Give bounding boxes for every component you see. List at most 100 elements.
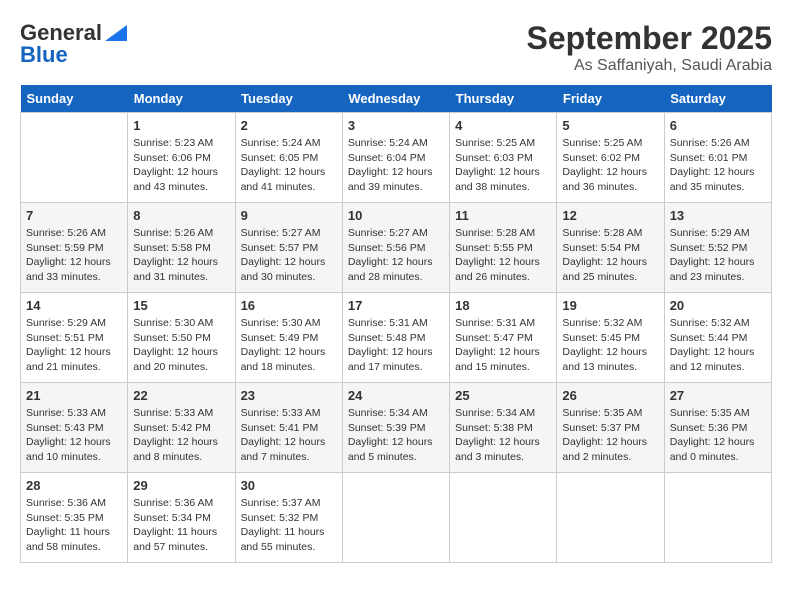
cell-content: Sunrise: 5:35 AMSunset: 5:36 PMDaylight:… bbox=[670, 406, 766, 465]
calendar-cell: 19Sunrise: 5:32 AMSunset: 5:45 PMDayligh… bbox=[557, 293, 664, 383]
day-number: 28 bbox=[26, 478, 122, 493]
calendar-week-row: 1 Sunrise: 5:23 AMSunset: 6:06 PMDaylight… bbox=[21, 113, 772, 203]
cell-content: Sunrise: 5:25 AMSunset: 6:03 PMDaylight:… bbox=[455, 136, 551, 195]
calendar-cell bbox=[450, 473, 557, 563]
calendar-cell: 15 Sunrise: 5:30 AMSunset: 5:50 PMDayligh… bbox=[128, 293, 235, 383]
day-number: 16 bbox=[241, 298, 337, 313]
calendar-cell: 5Sunrise: 5:25 AMSunset: 6:02 PMDaylight… bbox=[557, 113, 664, 203]
cell-content: Sunrise: 5:26 AMSunset: 6:01 PMDaylight:… bbox=[670, 136, 766, 195]
cell-content: Sunrise: 5:28 AMSunset: 5:54 PMDaylight:… bbox=[562, 226, 658, 285]
logo-blue: Blue bbox=[20, 42, 68, 68]
day-number: 22 bbox=[133, 388, 229, 403]
day-number: 23 bbox=[241, 388, 337, 403]
calendar-cell: 22Sunrise: 5:33 AMSunset: 5:42 PMDayligh… bbox=[128, 383, 235, 473]
calendar-cell bbox=[342, 473, 449, 563]
cell-content: Sunrise: 5:27 AMSunset: 5:56 PMDaylight:… bbox=[348, 226, 444, 285]
day-number: 15 bbox=[133, 298, 229, 313]
calendar-cell: 29 Sunrise: 5:36 AMSunset: 5:34 PMDayligh… bbox=[128, 473, 235, 563]
cell-content: Sunrise: 5:33 AMSunset: 5:41 PMDaylight:… bbox=[241, 406, 337, 465]
calendar-cell: 20 Sunrise: 5:32 AMSunset: 5:44 PMDayligh… bbox=[664, 293, 771, 383]
day-number: 26 bbox=[562, 388, 658, 403]
weekday-header: Wednesday bbox=[342, 85, 449, 113]
calendar-cell: 3 Sunrise: 5:24 AMSunset: 6:04 PMDaylight… bbox=[342, 113, 449, 203]
calendar-cell: 30 Sunrise: 5:37 AMSunset: 5:32 PMDayligh… bbox=[235, 473, 342, 563]
calendar-cell: 8 Sunrise: 5:26 AMSunset: 5:58 PMDaylight… bbox=[128, 203, 235, 293]
weekday-header: Friday bbox=[557, 85, 664, 113]
day-number: 7 bbox=[26, 208, 122, 223]
day-number: 30 bbox=[241, 478, 337, 493]
weekday-header: Tuesday bbox=[235, 85, 342, 113]
day-number: 8 bbox=[133, 208, 229, 223]
calendar-cell: 21Sunrise: 5:33 AMSunset: 5:43 PMDayligh… bbox=[21, 383, 128, 473]
cell-content: Sunrise: 5:37 AMSunset: 5:32 PMDaylight:… bbox=[241, 496, 337, 555]
calendar-week-row: 7 Sunrise: 5:26 AMSunset: 5:59 PMDaylight… bbox=[21, 203, 772, 293]
day-number: 27 bbox=[670, 388, 766, 403]
cell-content: Sunrise: 5:24 AMSunset: 6:05 PMDaylight:… bbox=[241, 136, 337, 195]
day-number: 29 bbox=[133, 478, 229, 493]
calendar-cell: 2Sunrise: 5:24 AMSunset: 6:05 PMDaylight… bbox=[235, 113, 342, 203]
cell-content: Sunrise: 5:33 AMSunset: 5:43 PMDaylight:… bbox=[26, 406, 122, 465]
calendar-cell: 13 Sunrise: 5:29 AMSunset: 5:52 PMDayligh… bbox=[664, 203, 771, 293]
cell-content: Sunrise: 5:35 AMSunset: 5:37 PMDaylight:… bbox=[562, 406, 658, 465]
day-number: 20 bbox=[670, 298, 766, 313]
day-number: 17 bbox=[348, 298, 444, 313]
cell-content: Sunrise: 5:32 AMSunset: 5:44 PMDaylight:… bbox=[670, 316, 766, 375]
cell-content: Sunrise: 5:30 AMSunset: 5:50 PMDaylight:… bbox=[133, 316, 229, 375]
calendar-cell bbox=[557, 473, 664, 563]
weekday-header: Monday bbox=[128, 85, 235, 113]
cell-content: Sunrise: 5:34 AMSunset: 5:39 PMDaylight:… bbox=[348, 406, 444, 465]
day-number: 1 bbox=[133, 118, 229, 133]
calendar-cell: 25Sunrise: 5:34 AMSunset: 5:38 PMDayligh… bbox=[450, 383, 557, 473]
month-title: September 2025 bbox=[527, 20, 772, 57]
day-number: 13 bbox=[670, 208, 766, 223]
calendar-cell: 16Sunrise: 5:30 AMSunset: 5:49 PMDayligh… bbox=[235, 293, 342, 383]
logo: General Blue bbox=[20, 20, 127, 68]
day-number: 4 bbox=[455, 118, 551, 133]
cell-content: Sunrise: 5:36 AMSunset: 5:35 PMDaylight:… bbox=[26, 496, 122, 555]
calendar-cell: 7 Sunrise: 5:26 AMSunset: 5:59 PMDaylight… bbox=[21, 203, 128, 293]
calendar-week-row: 14 Sunrise: 5:29 AMSunset: 5:51 PMDayligh… bbox=[21, 293, 772, 383]
weekday-header: Thursday bbox=[450, 85, 557, 113]
calendar-week-row: 21Sunrise: 5:33 AMSunset: 5:43 PMDayligh… bbox=[21, 383, 772, 473]
cell-content: Sunrise: 5:26 AMSunset: 5:59 PMDaylight:… bbox=[26, 226, 122, 285]
day-number: 18 bbox=[455, 298, 551, 313]
calendar-cell bbox=[664, 473, 771, 563]
weekday-header: Sunday bbox=[21, 85, 128, 113]
cell-content: Sunrise: 5:23 AMSunset: 6:06 PMDaylight:… bbox=[133, 136, 229, 195]
weekday-header: Saturday bbox=[664, 85, 771, 113]
day-number: 25 bbox=[455, 388, 551, 403]
calendar-cell: 6Sunrise: 5:26 AMSunset: 6:01 PMDaylight… bbox=[664, 113, 771, 203]
title-area: September 2025 As Saffaniyah, Saudi Arab… bbox=[527, 20, 772, 75]
day-number: 3 bbox=[348, 118, 444, 133]
calendar-cell: 4 Sunrise: 5:25 AMSunset: 6:03 PMDaylight… bbox=[450, 113, 557, 203]
calendar-cell: 10Sunrise: 5:27 AMSunset: 5:56 PMDayligh… bbox=[342, 203, 449, 293]
cell-content: Sunrise: 5:32 AMSunset: 5:45 PMDaylight:… bbox=[562, 316, 658, 375]
day-number: 14 bbox=[26, 298, 122, 313]
calendar-cell bbox=[21, 113, 128, 203]
cell-content: Sunrise: 5:29 AMSunset: 5:51 PMDaylight:… bbox=[26, 316, 122, 375]
cell-content: Sunrise: 5:29 AMSunset: 5:52 PMDaylight:… bbox=[670, 226, 766, 285]
day-number: 12 bbox=[562, 208, 658, 223]
calendar-cell: 14 Sunrise: 5:29 AMSunset: 5:51 PMDayligh… bbox=[21, 293, 128, 383]
calendar-body: 1 Sunrise: 5:23 AMSunset: 6:06 PMDaylight… bbox=[21, 113, 772, 563]
calendar-cell: 9Sunrise: 5:27 AMSunset: 5:57 PMDaylight… bbox=[235, 203, 342, 293]
day-number: 9 bbox=[241, 208, 337, 223]
calendar-cell: 27 Sunrise: 5:35 AMSunset: 5:36 PMDayligh… bbox=[664, 383, 771, 473]
calendar-cell: 28 Sunrise: 5:36 AMSunset: 5:35 PMDayligh… bbox=[21, 473, 128, 563]
calendar-week-row: 28 Sunrise: 5:36 AMSunset: 5:35 PMDayligh… bbox=[21, 473, 772, 563]
cell-content: Sunrise: 5:31 AMSunset: 5:47 PMDaylight:… bbox=[455, 316, 551, 375]
page-header: General Blue September 2025 As Saffaniya… bbox=[20, 20, 772, 75]
cell-content: Sunrise: 5:31 AMSunset: 5:48 PMDaylight:… bbox=[348, 316, 444, 375]
calendar-cell: 23 Sunrise: 5:33 AMSunset: 5:41 PMDayligh… bbox=[235, 383, 342, 473]
calendar-cell: 12 Sunrise: 5:28 AMSunset: 5:54 PMDayligh… bbox=[557, 203, 664, 293]
day-number: 11 bbox=[455, 208, 551, 223]
calendar-cell: 1 Sunrise: 5:23 AMSunset: 6:06 PMDaylight… bbox=[128, 113, 235, 203]
cell-content: Sunrise: 5:28 AMSunset: 5:55 PMDaylight:… bbox=[455, 226, 551, 285]
day-number: 5 bbox=[562, 118, 658, 133]
cell-content: Sunrise: 5:26 AMSunset: 5:58 PMDaylight:… bbox=[133, 226, 229, 285]
cell-content: Sunrise: 5:36 AMSunset: 5:34 PMDaylight:… bbox=[133, 496, 229, 555]
calendar-cell: 17 Sunrise: 5:31 AMSunset: 5:48 PMDayligh… bbox=[342, 293, 449, 383]
calendar-cell: 24 Sunrise: 5:34 AMSunset: 5:39 PMDayligh… bbox=[342, 383, 449, 473]
day-number: 24 bbox=[348, 388, 444, 403]
cell-content: Sunrise: 5:24 AMSunset: 6:04 PMDaylight:… bbox=[348, 136, 444, 195]
